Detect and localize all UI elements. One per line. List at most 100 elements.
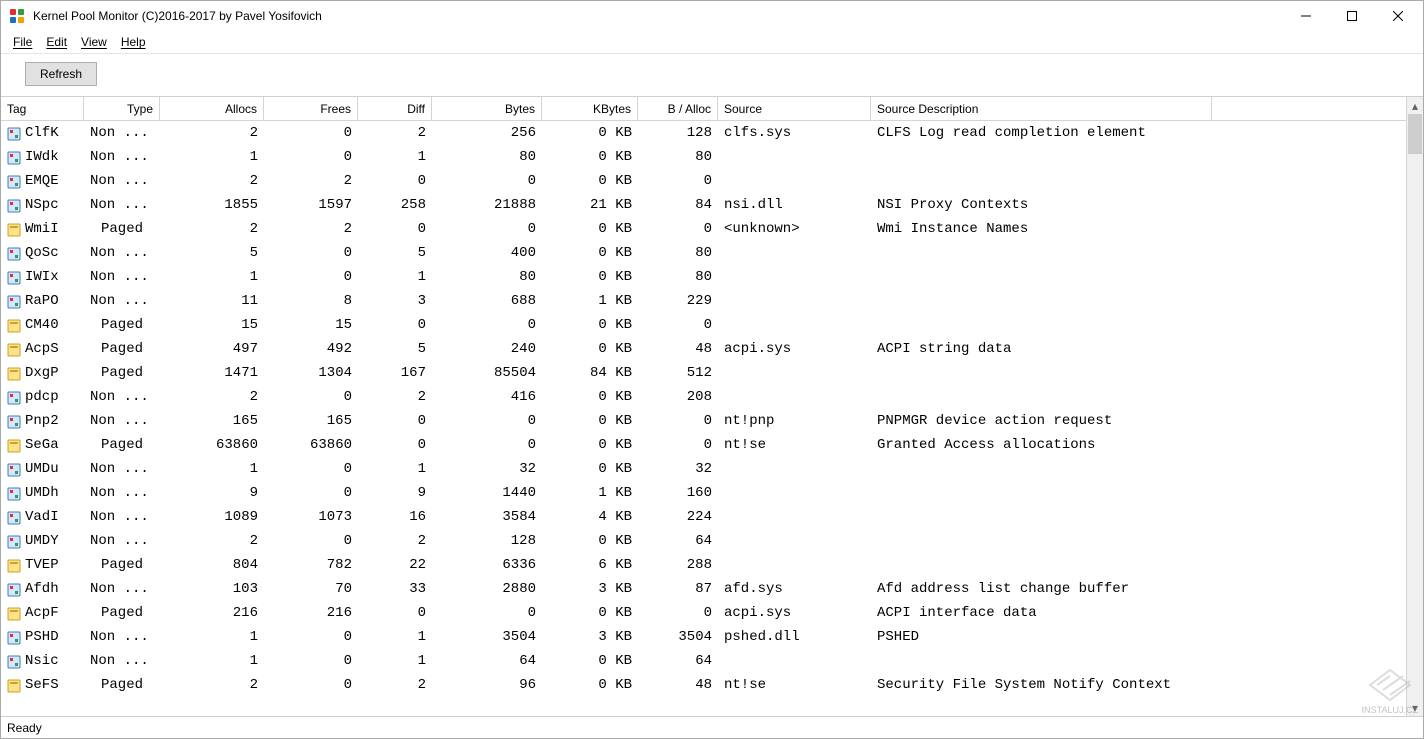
cell-type: Non ...	[84, 409, 160, 433]
cell-balloc: 3504	[638, 625, 718, 649]
table-row[interactable]: EMQENon ...22000 KB0	[1, 169, 1423, 193]
cell-kbytes: 0 KB	[542, 457, 638, 481]
header-type[interactable]: Type	[84, 97, 160, 120]
cell-desc: PNPMGR device action request	[871, 409, 1212, 433]
scroll-up-icon[interactable]: ▴	[1407, 97, 1423, 114]
cell-balloc: 0	[638, 433, 718, 457]
cell-type: Non ...	[84, 481, 160, 505]
table-row[interactable]: UMDYNon ...2021280 KB64	[1, 529, 1423, 553]
cell-kbytes: 4 KB	[542, 505, 638, 529]
refresh-button[interactable]: Refresh	[25, 62, 97, 86]
cell-bytes: 688	[432, 289, 542, 313]
cell-tag: UMDu	[25, 457, 59, 481]
menu-file[interactable]: File	[7, 33, 38, 51]
maximize-button[interactable]	[1329, 1, 1375, 31]
cell-allocs: 2	[160, 385, 264, 409]
cell-allocs: 2	[160, 217, 264, 241]
table-row[interactable]: TVEPPaged8047822263366 KB288	[1, 553, 1423, 577]
header-desc[interactable]: Source Description	[871, 97, 1212, 120]
cell-type: Non ...	[84, 145, 160, 169]
cell-frees: 0	[264, 241, 358, 265]
cell-type: Paged	[84, 217, 160, 241]
cell-balloc: 0	[638, 601, 718, 625]
table-row[interactable]: CM40Paged1515000 KB0	[1, 313, 1423, 337]
cell-allocs: 1	[160, 145, 264, 169]
table-row[interactable]: SeFSPaged202960 KB48nt!seSecurity File S…	[1, 673, 1423, 697]
cell-source: clfs.sys	[718, 121, 871, 145]
header-balloc[interactable]: B / Alloc	[638, 97, 718, 120]
cell-tag: UMDh	[25, 481, 59, 505]
table-row[interactable]: VadINon ...108910731635844 KB224	[1, 505, 1423, 529]
cell-balloc: 512	[638, 361, 718, 385]
cell-frees: 0	[264, 673, 358, 697]
grid-body[interactable]: ClfKNon ...2022560 KB128clfs.sysCLFS Log…	[1, 121, 1423, 716]
scroll-thumb[interactable]	[1408, 114, 1422, 154]
table-row[interactable]: QoScNon ...5054000 KB80	[1, 241, 1423, 265]
table-row[interactable]: pdcpNon ...2024160 KB208	[1, 385, 1423, 409]
table-row[interactable]: AcpFPaged216216000 KB0acpi.sysACPI inter…	[1, 601, 1423, 625]
cell-tag: AcpF	[25, 601, 59, 625]
cell-tag: VadI	[25, 505, 59, 529]
cell-bytes: 85504	[432, 361, 542, 385]
cell-desc: NSI Proxy Contexts	[871, 193, 1212, 217]
cell-balloc: 208	[638, 385, 718, 409]
minimize-button[interactable]	[1283, 1, 1329, 31]
cell-diff: 5	[358, 241, 432, 265]
cell-source: nt!pnp	[718, 409, 871, 433]
cell-kbytes: 0 KB	[542, 217, 638, 241]
cell-diff: 0	[358, 313, 432, 337]
table-row[interactable]: RaPONon ...11836881 KB229	[1, 289, 1423, 313]
cell-allocs: 165	[160, 409, 264, 433]
header-source[interactable]: Source	[718, 97, 871, 120]
cell-balloc: 64	[638, 649, 718, 673]
table-row[interactable]: Pnp2Non ...165165000 KB0nt!pnpPNPMGR dev…	[1, 409, 1423, 433]
table-row[interactable]: NSpcNon ...185515972582188821 KB84nsi.dl…	[1, 193, 1423, 217]
header-tag[interactable]: Tag	[1, 97, 84, 120]
cell-tag: EMQE	[25, 169, 59, 193]
cell-type: Paged	[84, 337, 160, 361]
cell-diff: 2	[358, 121, 432, 145]
table-row[interactable]: PSHDNon ...10135043 KB3504pshed.dllPSHED	[1, 625, 1423, 649]
header-kbytes[interactable]: KBytes	[542, 97, 638, 120]
cell-frees: 0	[264, 625, 358, 649]
cell-allocs: 9	[160, 481, 264, 505]
cell-bytes: 1440	[432, 481, 542, 505]
table-row[interactable]: DxgPPaged147113041678550484 KB512	[1, 361, 1423, 385]
menu-view[interactable]: View	[75, 33, 113, 51]
cell-kbytes: 21 KB	[542, 193, 638, 217]
table-row[interactable]: ClfKNon ...2022560 KB128clfs.sysCLFS Log…	[1, 121, 1423, 145]
table-row[interactable]: WmiIPaged22000 KB0<unknown>Wmi Instance …	[1, 217, 1423, 241]
table-row[interactable]: AcpSPaged49749252400 KB48acpi.sysACPI st…	[1, 337, 1423, 361]
cell-source: nsi.dll	[718, 193, 871, 217]
cell-diff: 1	[358, 649, 432, 673]
header-diff[interactable]: Diff	[358, 97, 432, 120]
table-row[interactable]: NsicNon ...101640 KB64	[1, 649, 1423, 673]
header-bytes[interactable]: Bytes	[432, 97, 542, 120]
cell-tag: DxgP	[25, 361, 59, 385]
cell-allocs: 1471	[160, 361, 264, 385]
close-button[interactable]	[1375, 1, 1421, 31]
cell-type: Non ...	[84, 265, 160, 289]
vertical-scrollbar[interactable]: ▴ ▾	[1406, 97, 1423, 716]
scroll-track[interactable]	[1407, 114, 1423, 699]
cell-frees: 15	[264, 313, 358, 337]
table-row[interactable]: IWdkNon ...101800 KB80	[1, 145, 1423, 169]
table-row[interactable]: UMDhNon ...90914401 KB160	[1, 481, 1423, 505]
menu-edit[interactable]: Edit	[40, 33, 73, 51]
cell-type: Paged	[84, 673, 160, 697]
table-row[interactable]: IWIxNon ...101800 KB80	[1, 265, 1423, 289]
cell-type: Non ...	[84, 529, 160, 553]
cell-desc: Security File System Notify Context	[871, 673, 1212, 697]
pool-type-icon	[7, 630, 21, 644]
cell-diff: 1	[358, 625, 432, 649]
table-row[interactable]: UMDuNon ...101320 KB32	[1, 457, 1423, 481]
header-spare[interactable]	[1212, 97, 1408, 120]
table-row[interactable]: SeGaPaged6386063860000 KB0nt!seGranted A…	[1, 433, 1423, 457]
header-allocs[interactable]: Allocs	[160, 97, 264, 120]
scroll-down-icon[interactable]: ▾	[1407, 699, 1423, 716]
cell-bytes: 0	[432, 433, 542, 457]
menu-help[interactable]: Help	[115, 33, 152, 51]
table-row[interactable]: AfdhNon ...103703328803 KB87afd.sysAfd a…	[1, 577, 1423, 601]
cell-frees: 8	[264, 289, 358, 313]
header-frees[interactable]: Frees	[264, 97, 358, 120]
